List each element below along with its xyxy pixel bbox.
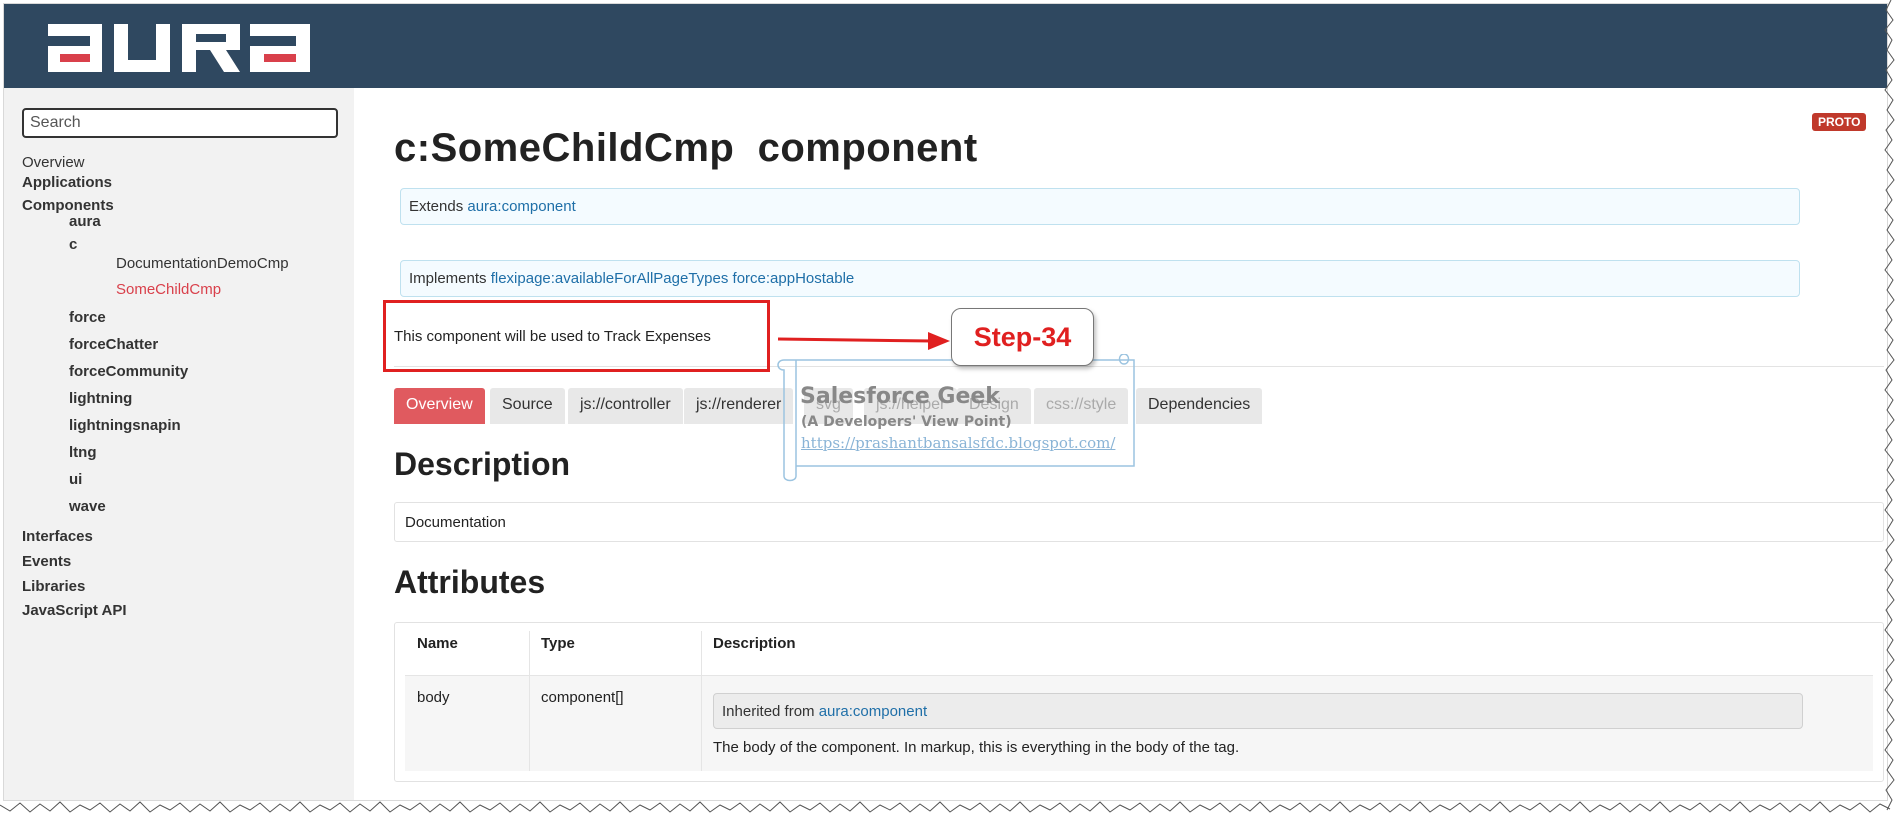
tab-js-controller[interactable]: js://controller [568, 388, 683, 424]
inherited-box: Inherited from aura:component [713, 693, 1803, 729]
torn-edge-bottom [0, 801, 1891, 813]
cell-description: The body of the component. In markup, th… [713, 739, 1240, 756]
attributes-heading: Attributes [394, 564, 546, 600]
implements-box: Implements flexipage:availableForAllPage… [400, 260, 1800, 297]
inherited-label: Inherited from [722, 703, 815, 720]
watermark-title: Salesforce Geek [800, 384, 1000, 409]
sidebar-item-wave[interactable]: wave [69, 498, 106, 515]
column-divider [701, 631, 702, 771]
sidebar-item-lightningsnapin[interactable]: lightningsnapin [69, 417, 181, 434]
column-header-name[interactable]: Name [417, 635, 458, 652]
proto-badge: PROTO [1812, 113, 1867, 131]
sidebar: Overview Applications Components aura c … [4, 88, 354, 800]
sidebar-item-applications[interactable]: Applications [22, 174, 112, 191]
aura-logo[interactable]: aura [44, 16, 314, 76]
sidebar-item-force[interactable]: force [69, 309, 106, 326]
table-header-divider [405, 675, 1873, 676]
column-header-type[interactable]: Type [541, 635, 575, 652]
sidebar-item-somechildcmp[interactable]: SomeChildCmp [116, 281, 221, 298]
sidebar-item-interfaces[interactable]: Interfaces [22, 528, 93, 545]
sidebar-item-documentationdemocmp[interactable]: DocumentationDemoCmp [116, 255, 289, 272]
inherited-link[interactable]: aura:component [819, 703, 927, 720]
description-box: Documentation [394, 502, 1884, 542]
app-window: aura Overview Applications Components au… [3, 3, 1888, 801]
arrow-icon [777, 332, 950, 350]
tab-source[interactable]: Source [490, 388, 565, 424]
sidebar-item-c[interactable]: c [69, 236, 77, 253]
column-divider [529, 631, 530, 771]
extends-link[interactable]: aura:component [467, 198, 575, 215]
step-callout: Step-34 [951, 308, 1094, 366]
sidebar-item-ui[interactable]: ui [69, 471, 82, 488]
cell-type: component[] [541, 689, 624, 706]
sidebar-item-aura[interactable]: aura [69, 213, 101, 230]
watermark-url[interactable]: https://prashantbansalsfdc.blogspot.com/ [801, 434, 1115, 452]
cell-name: body [417, 689, 450, 706]
column-header-description[interactable]: Description [713, 635, 796, 652]
implements-link-apphostable[interactable]: force:appHostable [733, 270, 855, 287]
description-heading: Description [394, 446, 571, 482]
sidebar-item-events[interactable]: Events [22, 553, 71, 570]
tab-dependencies[interactable]: Dependencies [1136, 388, 1263, 424]
extends-label: Extends [409, 198, 464, 215]
watermark-subtitle: (A Developers' View Point) [801, 414, 1012, 430]
implements-link-flexipage[interactable]: flexipage:availableForAllPageTypes [491, 270, 729, 287]
description-text: Documentation [405, 514, 506, 531]
sidebar-item-overview[interactable]: Overview [22, 154, 85, 171]
sidebar-item-forcecommunity[interactable]: forceCommunity [69, 363, 188, 380]
sidebar-item-forcechatter[interactable]: forceChatter [69, 336, 158, 353]
sidebar-item-lightning[interactable]: lightning [69, 390, 132, 407]
torn-edge-right [1884, 0, 1895, 811]
search-input[interactable] [22, 108, 338, 138]
sidebar-item-ltng[interactable]: ltng [69, 444, 97, 461]
implements-label: Implements [409, 270, 487, 287]
tab-overview[interactable]: Overview [394, 388, 485, 424]
page-title: c:SomeChildCmp component [394, 126, 978, 170]
highlight-box [383, 300, 770, 372]
sidebar-item-components[interactable]: Components [22, 197, 114, 214]
sidebar-item-javascript-api[interactable]: JavaScript API [22, 602, 127, 619]
extends-box: Extends aura:component [400, 188, 1800, 225]
top-header: aura [4, 4, 1887, 88]
sidebar-item-libraries[interactable]: Libraries [22, 578, 85, 595]
attributes-table: Name Type Description body component[] I… [394, 622, 1884, 782]
